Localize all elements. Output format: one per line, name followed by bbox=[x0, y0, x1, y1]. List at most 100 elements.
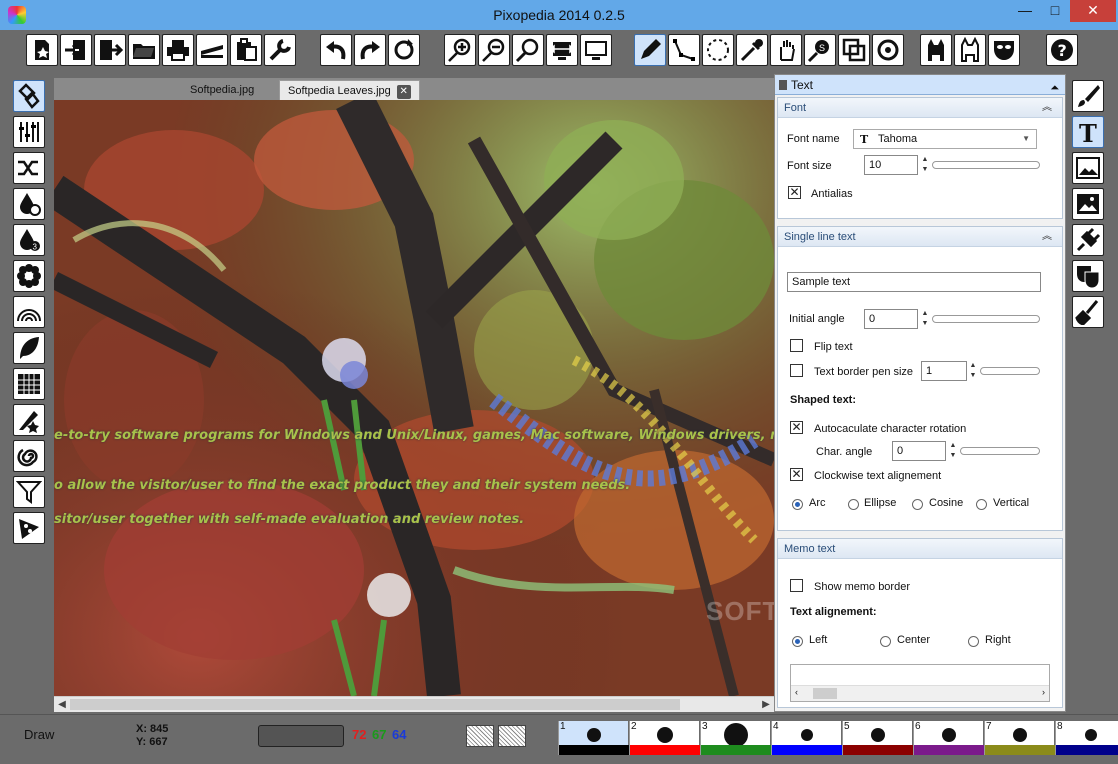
initial-angle-input[interactable]: 0 bbox=[864, 309, 918, 329]
chevron-up-icon[interactable]: ︽ bbox=[1042, 227, 1052, 247]
leaf-tool-button[interactable] bbox=[13, 332, 45, 364]
crop-tool-button[interactable] bbox=[838, 34, 870, 66]
tab-softpedia-leaves-jpg[interactable]: Softpedia Leaves.jpg ✕ bbox=[279, 80, 420, 100]
font-size-input[interactable]: 10 bbox=[864, 155, 918, 175]
brush-preset-7[interactable]: 7 bbox=[984, 721, 1055, 755]
tab-softpedia-jpg[interactable]: Softpedia.jpg bbox=[182, 80, 262, 100]
text-border-input[interactable]: 1 bbox=[921, 361, 967, 381]
pattern-swatch-2[interactable] bbox=[498, 725, 526, 747]
horizontal-scrollbar[interactable]: ◀ ▶ bbox=[54, 696, 774, 712]
show-memo-border-checkbox[interactable] bbox=[790, 579, 803, 592]
help-button[interactable]: ? bbox=[1046, 34, 1078, 66]
import-button[interactable] bbox=[60, 34, 92, 66]
maximize-button[interactable]: □ bbox=[1040, 0, 1070, 22]
path-tool-button[interactable] bbox=[668, 34, 700, 66]
text-panel-button[interactable]: T bbox=[1072, 116, 1104, 148]
stamp-tool-button[interactable]: S bbox=[804, 34, 836, 66]
eyedropper-tool-button[interactable] bbox=[736, 34, 768, 66]
clockwise-checkbox[interactable]: ✕ bbox=[790, 468, 803, 481]
rotate-tool-button[interactable] bbox=[872, 34, 904, 66]
brush-preset-8[interactable]: 8 bbox=[1055, 721, 1118, 755]
pizza-tool-button[interactable] bbox=[13, 512, 45, 544]
image-canvas[interactable]: e-to-try software programs for Windows a… bbox=[54, 100, 774, 696]
paste-button[interactable] bbox=[230, 34, 262, 66]
zoom-out-button[interactable] bbox=[478, 34, 510, 66]
scroll-left-icon[interactable]: ‹ bbox=[795, 687, 798, 697]
single-line-group-header[interactable]: Single line text ︽ bbox=[778, 227, 1062, 247]
refresh-button[interactable] bbox=[388, 34, 420, 66]
close-tab-icon[interactable]: ✕ bbox=[396, 85, 411, 99]
hand-tool-button[interactable] bbox=[770, 34, 802, 66]
brush-preset-4[interactable]: 4 bbox=[771, 721, 842, 755]
scroll-left-icon[interactable]: ◀ bbox=[54, 697, 70, 712]
effect-cat-button[interactable] bbox=[920, 34, 952, 66]
link-tool-button[interactable] bbox=[13, 80, 45, 112]
text-border-spinner[interactable]: ▲ ▼ bbox=[968, 361, 978, 381]
filter-tool-button[interactable] bbox=[13, 476, 45, 508]
text-border-slider[interactable] bbox=[980, 367, 1040, 375]
char-angle-slider[interactable] bbox=[960, 447, 1040, 455]
brush-preset-1[interactable]: 1 bbox=[558, 721, 629, 755]
adjust-tool-button[interactable] bbox=[13, 116, 45, 148]
plugins-button[interactable] bbox=[1072, 224, 1104, 256]
grid-tool-button[interactable] bbox=[13, 368, 45, 400]
memo-group-header[interactable]: Memo text bbox=[778, 539, 1062, 559]
image-frame-button[interactable] bbox=[1072, 152, 1104, 184]
spiral-tool-button[interactable] bbox=[13, 440, 45, 472]
sample-text-input[interactable]: Sample text bbox=[787, 272, 1041, 292]
collapse-icon[interactable]: ⏶ bbox=[1050, 78, 1059, 98]
shape-vertical-radio[interactable] bbox=[976, 499, 987, 510]
brush-preset-5[interactable]: 5 bbox=[842, 721, 913, 755]
antialias-checkbox[interactable]: ✕ bbox=[788, 186, 801, 199]
export-button[interactable] bbox=[94, 34, 126, 66]
shape-arc-radio[interactable] bbox=[792, 499, 803, 510]
effect-cat-outline-button[interactable] bbox=[954, 34, 986, 66]
scanner-button[interactable] bbox=[196, 34, 228, 66]
new-button[interactable] bbox=[26, 34, 58, 66]
align-center-radio[interactable] bbox=[880, 636, 891, 647]
drop-settings-button[interactable] bbox=[13, 188, 45, 220]
minimize-button[interactable]: — bbox=[1010, 0, 1040, 22]
masks-button[interactable] bbox=[1072, 260, 1104, 292]
initial-angle-spinner[interactable]: ▲ ▼ bbox=[920, 309, 930, 329]
memo-scroll-thumb[interactable] bbox=[813, 688, 837, 699]
font-size-spinner[interactable]: ▲ ▼ bbox=[920, 155, 930, 175]
flip-text-checkbox[interactable] bbox=[790, 339, 803, 352]
drop-three-button[interactable]: 3 bbox=[13, 224, 45, 256]
scroll-right-icon[interactable]: › bbox=[1042, 687, 1045, 697]
pen-tool-button[interactable] bbox=[634, 34, 666, 66]
shape-cosine-radio[interactable] bbox=[912, 499, 923, 510]
initial-angle-slider[interactable] bbox=[932, 315, 1040, 323]
fit-width-button[interactable] bbox=[546, 34, 578, 66]
image-insert-button[interactable] bbox=[1072, 188, 1104, 220]
brush-panel-button[interactable] bbox=[1072, 80, 1104, 112]
close-button[interactable]: ✕ bbox=[1070, 0, 1116, 22]
pin-icon[interactable] bbox=[779, 80, 787, 90]
font-group-header[interactable]: Font ︽ bbox=[778, 98, 1062, 118]
print-button[interactable] bbox=[162, 34, 194, 66]
zoom-button[interactable] bbox=[512, 34, 544, 66]
paint-roller-button[interactable] bbox=[1072, 296, 1104, 328]
scroll-thumb[interactable] bbox=[70, 699, 680, 710]
star-brush-button[interactable] bbox=[13, 404, 45, 436]
chevron-up-icon[interactable]: ︽ bbox=[1042, 98, 1052, 118]
full-screen-button[interactable] bbox=[580, 34, 612, 66]
pattern-swatch-1[interactable] bbox=[466, 725, 494, 747]
memo-scrollbar[interactable]: ‹ › bbox=[791, 685, 1049, 701]
current-color-swatch[interactable] bbox=[258, 725, 344, 747]
undo-button[interactable] bbox=[320, 34, 352, 66]
brush-preset-6[interactable]: 6 bbox=[913, 721, 984, 755]
lasso-tool-button[interactable] bbox=[702, 34, 734, 66]
font-size-slider[interactable] bbox=[932, 161, 1040, 169]
open-button[interactable] bbox=[128, 34, 160, 66]
text-border-checkbox[interactable] bbox=[790, 364, 803, 377]
shuffle-tool-button[interactable] bbox=[13, 152, 45, 184]
mask-button[interactable] bbox=[988, 34, 1020, 66]
char-angle-spinner[interactable]: ▲ ▼ bbox=[948, 441, 958, 461]
settings-button[interactable] bbox=[264, 34, 296, 66]
rainbow-tool-button[interactable] bbox=[13, 296, 45, 328]
align-right-radio[interactable] bbox=[968, 636, 979, 647]
scroll-right-icon[interactable]: ▶ bbox=[758, 697, 774, 712]
char-angle-input[interactable]: 0 bbox=[892, 441, 946, 461]
autocalc-rotation-checkbox[interactable]: ✕ bbox=[790, 421, 803, 434]
